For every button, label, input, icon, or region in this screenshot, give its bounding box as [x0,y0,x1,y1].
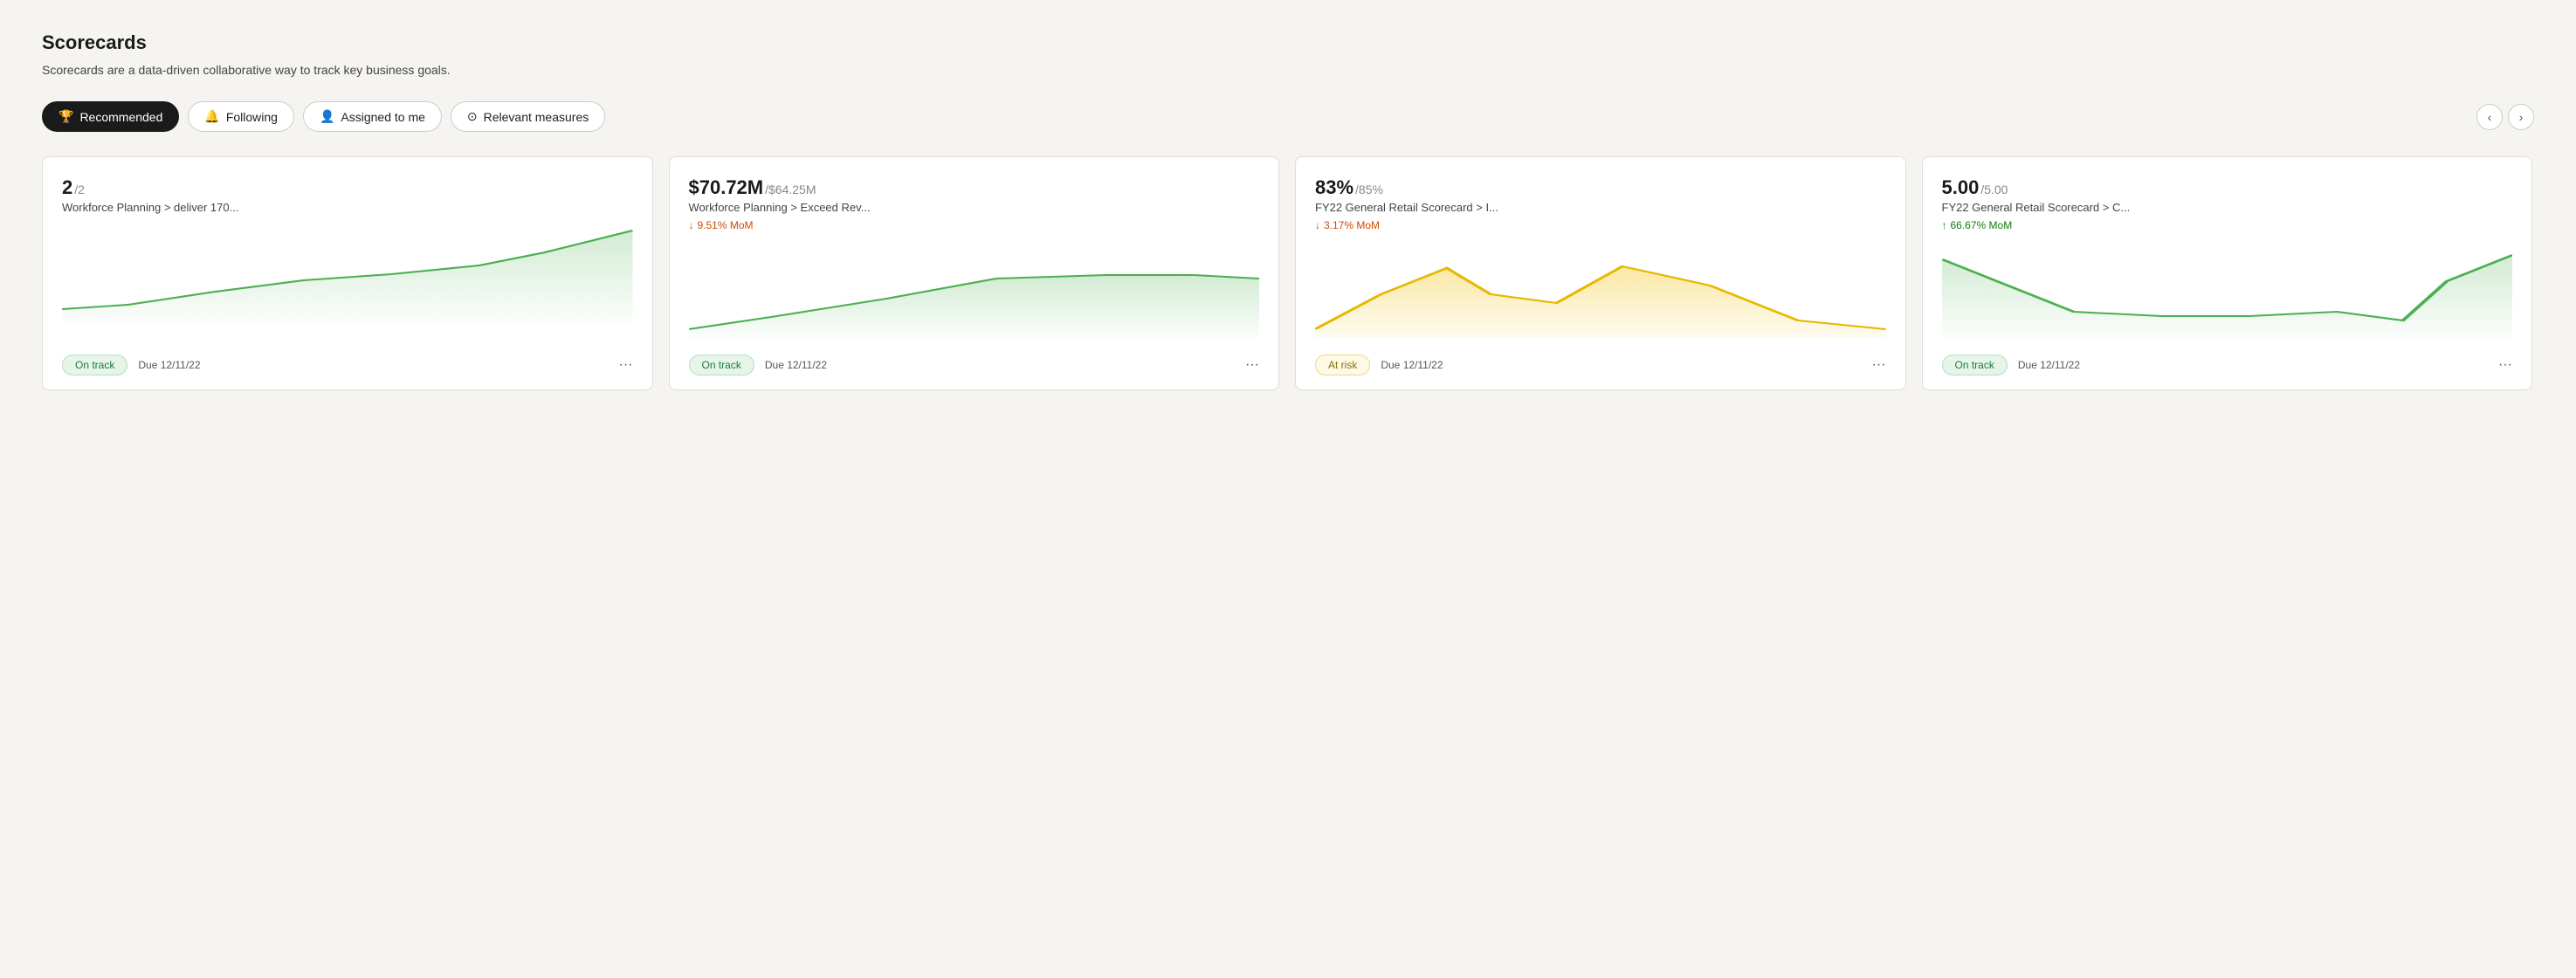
card4-status-badge: On track [1942,355,2008,375]
card2-more-button[interactable]: ··· [1245,357,1259,373]
scorecard-card-4: 5.00 /5.00 FY22 General Retail Scorecard… [1922,156,2533,390]
scorecard-card-2: $70.72M /$64.25M Workforce Planning > Ex… [669,156,1280,390]
nav-next-button[interactable]: › [2508,104,2534,130]
card3-status-badge: At risk [1315,355,1370,375]
card4-mom: ↑ 66.67% MoM [1942,219,2513,231]
card2-metric-target: /$64.25M [765,183,816,196]
scorecard-card-1: 2 /2 Workforce Planning > deliver 170...… [42,156,653,390]
mom-down-arrow: ↓ [689,219,694,231]
card3-metric-target: /85% [1355,183,1383,196]
card1-metric: 2 /2 [62,176,633,199]
card4-more-button[interactable]: ··· [2498,357,2512,373]
page-title: Scorecards [42,31,2534,54]
mom-down-arrow-3: ↓ [1315,219,1320,231]
card3-due: Due 12/11/22 [1381,359,1443,371]
tab-following-label: Following [226,110,278,124]
card2-metric-main: $70.72M [689,176,764,199]
card3-chart [1315,242,1886,342]
tab-relevant[interactable]: ⊙ Relevant measures [451,101,605,132]
card3-title: FY22 General Retail Scorecard > I... [1315,201,1886,214]
card2-metric: $70.72M /$64.25M [689,176,1260,199]
nav-prev-button[interactable]: ‹ [2476,104,2503,130]
card4-metric: 5.00 /5.00 [1942,176,2513,199]
card1-more-button[interactable]: ··· [619,357,633,373]
card4-chart [1942,242,2513,342]
circle-check-icon: ⊙ [467,109,478,124]
card3-mom: ↓ 3.17% MoM [1315,219,1886,231]
tab-assigned-label: Assigned to me [341,110,425,124]
nav-arrows: ‹ › [2476,104,2534,130]
mom-up-arrow-4: ↑ [1942,219,1947,231]
card2-mom-value: 9.51% MoM [698,219,754,231]
card3-metric-main: 83% [1315,176,1353,199]
card1-status-badge: On track [62,355,127,375]
card1-footer: On track Due 12/11/22 ··· [62,355,633,375]
card1-metric-main: 2 [62,176,72,199]
card1-chart [62,226,633,342]
card2-status-badge: On track [689,355,754,375]
tab-following[interactable]: 🔔 Following [188,101,294,132]
card3-footer: At risk Due 12/11/22 ··· [1315,355,1886,375]
card2-mom: ↓ 9.51% MoM [689,219,1260,231]
card2-title: Workforce Planning > Exceed Rev... [689,201,1260,214]
card1-title: Workforce Planning > deliver 170... [62,201,633,214]
card1-metric-target: /2 [74,183,85,196]
trophy-icon: 🏆 [59,109,73,124]
tabs-row: 🏆 Recommended 🔔 Following 👤 Assigned to … [42,101,2534,132]
tab-recommended[interactable]: 🏆 Recommended [42,101,179,132]
tab-relevant-label: Relevant measures [484,110,589,124]
card2-due: Due 12/11/22 [765,359,827,371]
cards-container: 2 /2 Workforce Planning > deliver 170...… [42,156,2534,390]
card4-due: Due 12/11/22 [2018,359,2080,371]
card3-metric: 83% /85% [1315,176,1886,199]
card4-metric-target: /5.00 [1980,183,2008,196]
card4-metric-main: 5.00 [1942,176,1980,199]
scorecard-card-3: 83% /85% FY22 General Retail Scorecard >… [1295,156,1906,390]
card3-more-button[interactable]: ··· [1872,357,1886,373]
tab-assigned[interactable]: 👤 Assigned to me [303,101,442,132]
card4-title: FY22 General Retail Scorecard > C... [1942,201,2513,214]
card2-footer: On track Due 12/11/22 ··· [689,355,1260,375]
page-subtitle: Scorecards are a data-driven collaborati… [42,63,2534,77]
card4-mom-value: 66.67% MoM [1951,219,2013,231]
bell-icon: 🔔 [204,109,219,124]
card3-mom-value: 3.17% MoM [1324,219,1380,231]
card1-due: Due 12/11/22 [138,359,200,371]
person-icon: 👤 [320,109,334,124]
tab-recommended-label: Recommended [79,110,162,124]
card2-chart [689,242,1260,342]
card4-footer: On track Due 12/11/22 ··· [1942,355,2513,375]
